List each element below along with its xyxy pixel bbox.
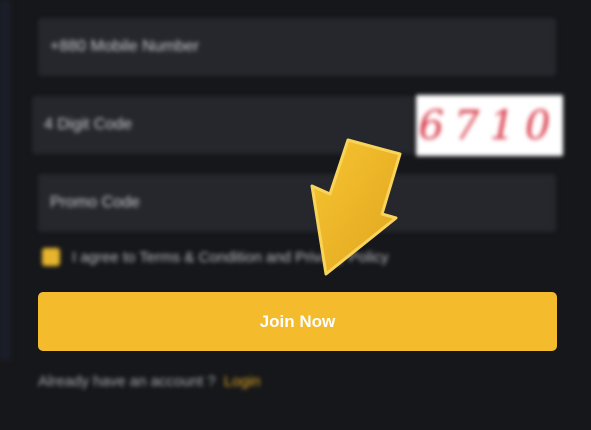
promo-code-input[interactable]: Promo Code [38,174,556,232]
account-row: Already have an account ? Login [38,373,261,390]
mobile-number-placeholder: +880 Mobile Number [50,38,199,55]
login-link[interactable]: Login [224,373,261,390]
promo-code-placeholder: Promo Code [50,194,140,211]
digit-code-placeholder: 4 Digit Code [44,116,133,133]
side-border [0,0,10,360]
mobile-number-input[interactable]: +880 Mobile Number [38,18,556,76]
checkbox-checked-icon[interactable] [42,248,60,266]
arrow-down-left-icon [310,138,402,276]
captcha-image: 6710 [416,95,563,156]
account-prompt: Already have an account ? [38,373,216,390]
captcha-text: 6710 [418,102,561,149]
join-now-button[interactable]: Join Now [38,292,557,351]
